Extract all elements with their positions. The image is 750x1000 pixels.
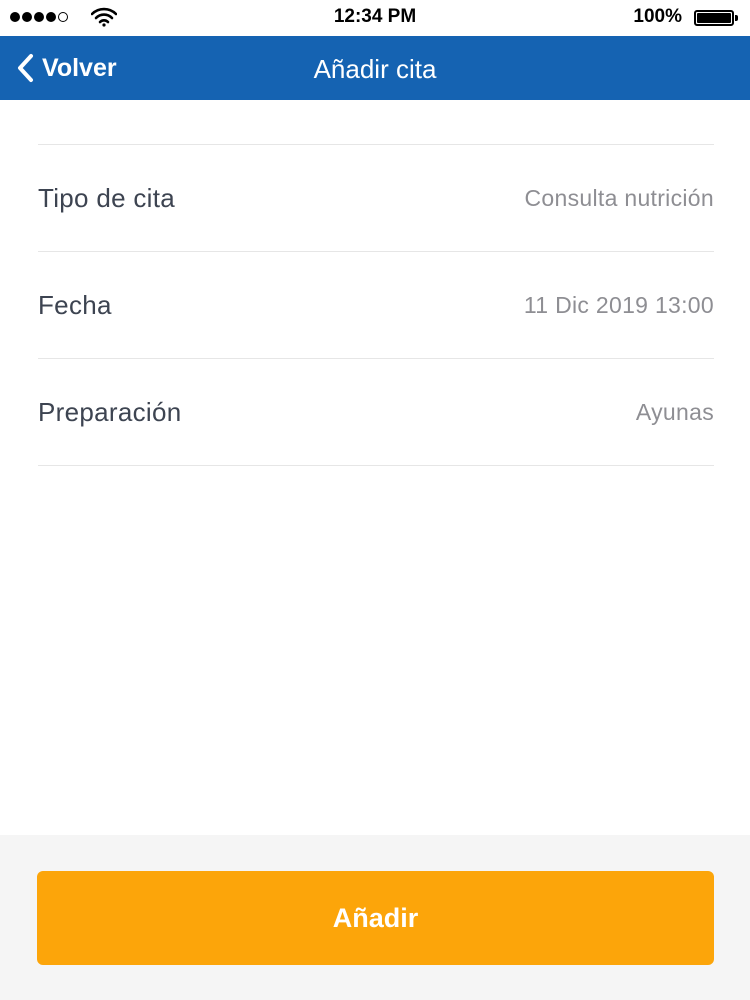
row-value: 11 Dic 2019 13:00 (523, 291, 714, 318)
battery-icon (694, 10, 738, 26)
row-value: Consulta nutrición (524, 184, 714, 211)
footer: Añadir (0, 835, 750, 1000)
row-value: Ayunas (635, 398, 714, 425)
row-label: Tipo de cita (38, 182, 176, 213)
page-title: Añadir cita (313, 54, 437, 84)
battery-percentage: 100% (633, 6, 682, 27)
row-preparacion[interactable]: Preparación Ayunas (38, 359, 714, 466)
add-button[interactable]: Añadir (37, 871, 714, 965)
appointment-form: Tipo de cita Consulta nutrición Fecha 11… (38, 144, 714, 466)
row-fecha[interactable]: Fecha 11 Dic 2019 13:00 (38, 252, 714, 359)
row-tipo-de-cita[interactable]: Tipo de cita Consulta nutrición (38, 145, 714, 252)
status-bar: 12:34 PM 100% (0, 0, 750, 36)
row-label: Preparación (38, 396, 182, 427)
navigation-bar: Volver Añadir cita (0, 36, 750, 100)
row-label: Fecha (38, 289, 112, 320)
